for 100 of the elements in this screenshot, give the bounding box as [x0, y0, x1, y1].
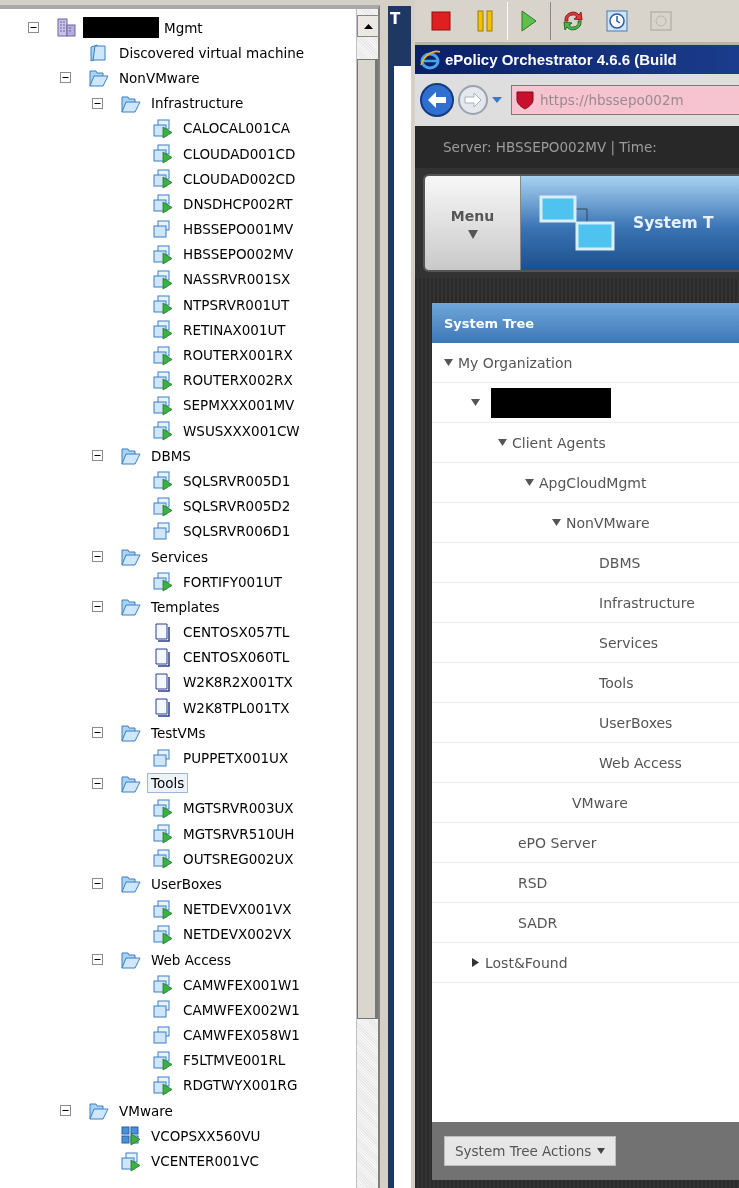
collapse-icon[interactable] — [92, 450, 103, 462]
collapse-icon[interactable] — [92, 777, 103, 789]
back-button[interactable] — [419, 82, 455, 118]
url-text: https://hbssepo002m — [540, 92, 684, 108]
template-icon — [152, 671, 173, 693]
tree-item[interactable]: SQLSRVR005D2 — [179, 496, 295, 517]
template-icon — [152, 646, 173, 668]
tree-item[interactable]: CENTOSX060TL — [179, 647, 294, 668]
actions-dropdown-button[interactable]: System Tree Actions — [444, 1136, 617, 1166]
system-tree-item[interactable]: My Organization — [458, 354, 573, 371]
system-tree-item[interactable]: Services — [599, 634, 659, 651]
tree-item[interactable]: Mgmt — [160, 17, 207, 38]
history-dropdown-icon[interactable] — [491, 96, 503, 104]
tree-item[interactable]: CLOUDAD001CD — [179, 143, 300, 164]
system-tree-item[interactable]: ApgCloudMgmt — [539, 474, 647, 491]
collapse-arrow-icon[interactable] — [525, 478, 534, 487]
collapse-icon[interactable] — [28, 22, 39, 34]
scrollbar-thumb[interactable] — [357, 59, 378, 1019]
disabled-snapshot-icon — [649, 9, 673, 33]
system-tree-item[interactable]: DBMS — [599, 554, 641, 571]
menu-button[interactable]: Menu — [425, 176, 521, 270]
tree-item[interactable]: Discovered virtual machine — [115, 42, 309, 63]
collapse-icon[interactable] — [92, 878, 103, 890]
system-tree-item[interactable]: Web Access — [599, 754, 682, 771]
stop-icon — [431, 11, 451, 31]
play-icon — [521, 10, 537, 32]
expand-arrow-icon[interactable] — [471, 958, 480, 967]
scroll-up-button[interactable] — [357, 15, 379, 37]
tree-item[interactable]: W2K8R2X001TX — [179, 672, 297, 693]
collapse-icon[interactable] — [92, 551, 103, 563]
tree-item[interactable]: F5LTMVE001RL — [179, 1050, 290, 1071]
tree-item[interactable]: NETDEVX001VX — [179, 899, 296, 920]
tree-item[interactable]: SQLSRVR005D1 — [179, 470, 295, 491]
clock-icon — [605, 9, 629, 33]
tree-item[interactable]: UserBoxes — [147, 873, 226, 894]
caret-icon — [597, 1148, 606, 1154]
tree-item[interactable]: DBMS — [147, 445, 195, 466]
panel-tab[interactable]: T — [388, 6, 411, 66]
system-tree-item[interactable]: UserBoxes — [599, 714, 673, 731]
collapse-icon[interactable] — [92, 97, 103, 109]
collapse-icon[interactable] — [92, 601, 103, 613]
collapse-arrow-icon[interactable] — [498, 438, 507, 447]
tree-item[interactable]: NonVMware — [115, 67, 204, 88]
system-tree-item[interactable]: Lost&Found — [485, 954, 568, 971]
tree-item[interactable]: VCOPSXX560VU — [147, 1125, 265, 1146]
tree-item[interactable]: Web Access — [147, 949, 235, 970]
server-info: Server: HBSSEPO002MV | Time: — [415, 126, 739, 168]
tree-item[interactable]: HBSSEPO001MV — [179, 219, 298, 240]
tree-item[interactable]: CLOUDAD002CD — [179, 168, 300, 189]
tree-item[interactable]: CALOCAL001CA — [179, 118, 294, 139]
tree-item[interactable]: Infrastructure — [147, 93, 248, 114]
tree-item[interactable]: Templates — [147, 596, 224, 617]
tree-item[interactable]: NTPSRVR001UT — [179, 294, 294, 315]
tree-item[interactable]: SQLSRVR006D1 — [179, 521, 295, 542]
tree-item[interactable]: VCENTER001VC — [147, 1151, 263, 1172]
collapse-arrow-icon[interactable] — [444, 358, 453, 367]
system-tree-item[interactable]: NonVMware — [566, 514, 650, 531]
tree-item[interactable]: HBSSEPO002MV — [179, 244, 298, 265]
tree-item[interactable]: Services — [147, 546, 212, 567]
system-tree-item[interactable]: SADR — [518, 914, 558, 931]
tree-item[interactable]: CAMWFEX001W1 — [179, 974, 304, 995]
tree-item[interactable]: CENTOSX057TL — [179, 622, 294, 643]
tree-item[interactable]: OUTSREG002UX — [179, 848, 298, 869]
system-tree-item[interactable]: Infrastructure — [599, 594, 695, 611]
system-tree-item[interactable]: RSD — [518, 874, 548, 891]
tree-item[interactable]: RDGTWYX001RG — [179, 1075, 302, 1096]
tree-item[interactable]: MGTSRVR003UX — [179, 798, 298, 819]
collapse-arrow-icon[interactable] — [471, 398, 480, 407]
tree-item[interactable]: W2K8TPL001TX — [179, 697, 294, 718]
tree-item[interactable]: RETINAX001UT — [179, 319, 290, 340]
tree-item[interactable]: WSUSXXX001CW — [179, 420, 304, 441]
tree-item[interactable]: VMware — [115, 1100, 177, 1121]
collapse-icon[interactable] — [60, 72, 71, 84]
tree-item[interactable]: MGTSRVR510UH — [179, 823, 299, 844]
collapse-icon[interactable] — [60, 1105, 71, 1117]
collapse-icon[interactable] — [92, 954, 103, 966]
template-icon — [152, 621, 173, 643]
folder-icon — [88, 42, 109, 64]
tree-item[interactable]: DNSDHCP002RT — [179, 193, 297, 214]
tree-item[interactable]: NETDEVX002VX — [179, 924, 296, 945]
scrollbar[interactable] — [356, 9, 378, 1188]
tree-item[interactable]: ROUTERX001RX — [179, 345, 297, 366]
tree-item[interactable]: ROUTERX002RX — [179, 370, 297, 391]
tree-item[interactable]: NASSRVR001SX — [179, 269, 295, 290]
collapse-arrow-icon[interactable] — [552, 518, 561, 527]
tree-item[interactable]: CAMWFEX058W1 — [179, 1025, 304, 1046]
tree-item[interactable]: Tools — [147, 773, 189, 794]
refresh-icon — [561, 9, 585, 33]
system-tree-item[interactable]: Tools — [599, 674, 634, 691]
system-tree-item[interactable]: ePO Server — [518, 834, 597, 851]
tree-item[interactable]: CAMWFEX002W1 — [179, 999, 304, 1020]
tree-item[interactable]: PUPPETX001UX — [179, 748, 293, 769]
template-icon — [152, 697, 173, 719]
collapse-icon[interactable] — [92, 727, 103, 739]
tree-item[interactable]: TestVMs — [147, 722, 210, 743]
system-tree-item[interactable]: VMware — [572, 794, 628, 811]
system-tree-item[interactable]: Client Agents — [512, 434, 606, 451]
play-button[interactable] — [507, 2, 551, 40]
tree-item[interactable]: FORTIFY001UT — [179, 571, 286, 592]
tree-item[interactable]: SEPMXXX001MV — [179, 395, 299, 416]
